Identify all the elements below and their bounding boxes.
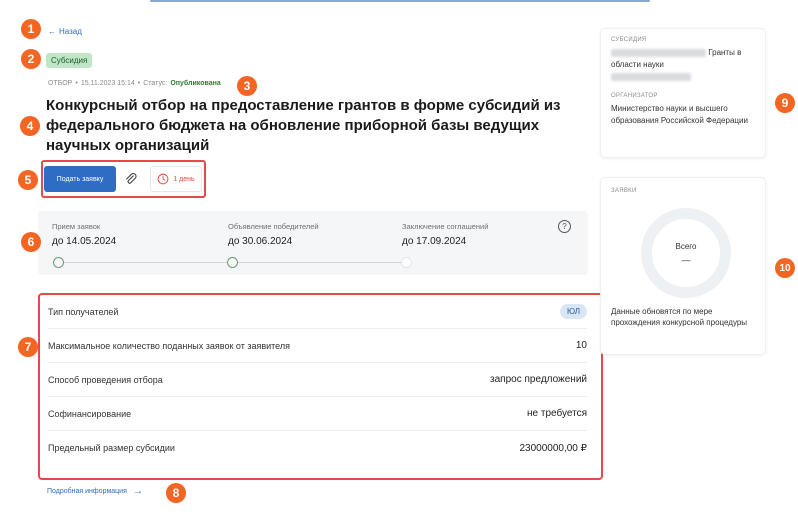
table-row: Тип получателей ЮЛ [48,295,587,329]
marker-badge: 10 [775,258,795,278]
selection-label: ОТБОР [48,80,73,87]
help-icon[interactable]: ? [558,220,571,233]
param-value: не требуется [527,408,587,419]
subsidy-caption: СУБСИДИЯ [611,37,647,43]
marker-badge: 4 [20,116,40,136]
marker-badge: 5 [18,170,38,190]
marker-badge: 6 [21,232,41,252]
stage-label: Заключение соглашений [402,222,489,231]
stage-agreements: Заключение соглашений до 17.09.2024 [402,222,488,247]
applications-card: ЗАЯВКИ Всего — Данные обновятся по мере … [600,177,766,355]
total-value: — [681,254,691,265]
page-title: Конкурсный отбор на предоставление грант… [46,97,561,154]
param-name: Тип получателей [48,306,119,317]
publish-date: 15.11.2023 15:14 [80,80,135,87]
redacted-text [611,72,691,81]
top-divider [150,0,650,2]
table-row: Максимальное количество поданных заявок … [48,329,587,363]
stage-label: Прием заявок [52,222,101,231]
stage-value: до 14.05.2024 [52,236,117,247]
param-value: 23000000,00 ₽ [519,442,587,454]
timeline-dot [401,257,412,268]
stage-value: до 17.09.2024 [402,236,467,247]
submit-application-button[interactable]: Подать заявку [44,166,116,192]
arrow-right-icon: → [132,486,143,497]
stage-label: Объявление победителей [228,222,319,231]
redacted-text [611,48,706,57]
stage-winners: Объявление победителей до 30.06.2024 [228,222,319,247]
clock-icon [157,173,169,185]
status-label: Статус: [143,80,168,87]
marker-badge: 1 [21,19,41,39]
recipient-type-badge: ЮЛ [560,304,587,319]
organizer-caption: ОРГАНИЗАТОР [611,93,658,99]
parameters-table: Тип получателей ЮЛ Максимальное количест… [38,293,603,480]
marker-badge: 7 [18,337,38,357]
subsidy-text-1: Гранты в [708,48,742,57]
applications-caption: ЗАЯВКИ [611,188,637,194]
param-name: Предельный размер субсидии [48,443,175,453]
table-row: Предельный размер субсидии 23000000,00 ₽ [48,431,587,465]
timeline-dot [227,257,238,268]
marker-badge: 3 [237,76,257,96]
subsidy-badge: Субсидия [46,53,93,68]
deadline-chip: 1 день [150,166,202,192]
arrow-left-icon: ← [48,27,56,36]
back-label: Назад [59,27,82,36]
status-badge: Опубликована [170,80,221,87]
param-name: Способ проведения отбора [48,374,163,385]
total-label: Всего [675,241,697,251]
stages-panel: Прием заявок до 14.05.2024 Объявление по… [38,211,588,275]
update-note: Данные обновятся по мере прохождения кон… [611,307,748,327]
timeline-dot [53,257,64,268]
subsidy-info-card: СУБСИДИЯ Гранты в области науки ОРГАНИЗА… [600,28,766,158]
stage-applications: Прием заявок до 14.05.2024 [52,222,116,247]
stage-value: до 30.06.2024 [228,236,293,247]
param-name: Максимальное количество поданных заявок … [48,340,290,351]
deadline-label: 1 день [173,175,195,183]
param-value: 10 [575,340,587,351]
table-row: Способ проведения отбора запрос предложе… [48,363,587,397]
paperclip-icon[interactable] [122,170,140,188]
meta-line: ОТБОР • 15.11.2023 15:14 • Статус: Опубл… [48,80,221,87]
param-name: Софинансирование [48,408,132,419]
table-row: Софинансирование не требуется [48,397,587,431]
more-info-label: Подробная информация [47,488,127,495]
marker-badge: 2 [21,49,41,69]
subsidy-text-2: области науки [611,60,664,69]
marker-badge: 9 [775,93,795,113]
param-value: запрос предложений [490,374,587,385]
marker-badge: 8 [166,483,186,503]
more-info-link[interactable]: Подробная информация → [47,486,143,497]
organizer-name: Министерство науки и высшего образования… [611,104,748,125]
back-link[interactable]: ← Назад [48,27,82,36]
applications-donut: Всего — [641,208,731,298]
